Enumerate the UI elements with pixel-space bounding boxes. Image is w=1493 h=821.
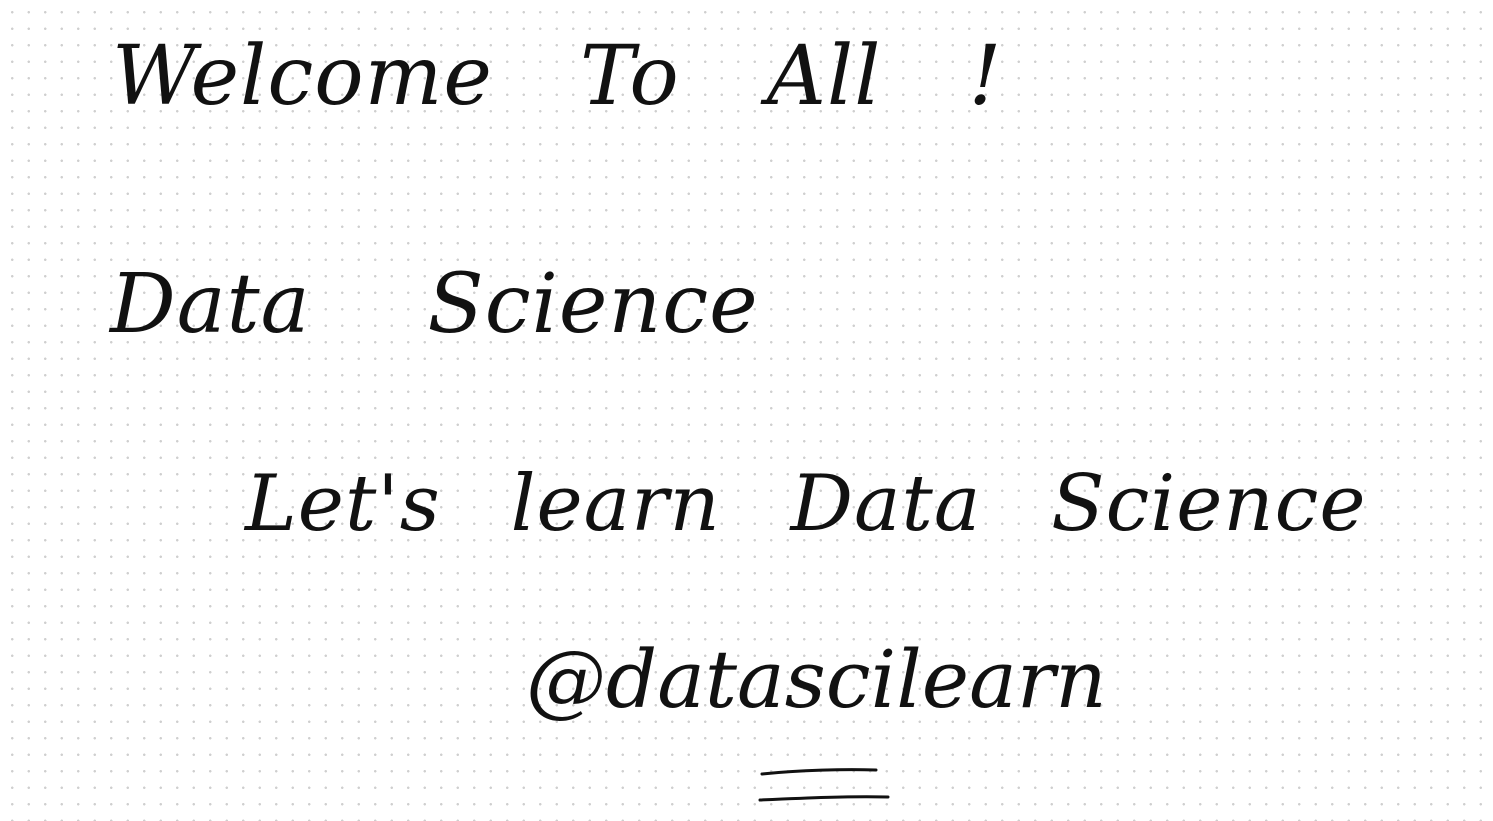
handwritten-line-handle: @datascilearn bbox=[526, 633, 1107, 726]
double-underline-mark bbox=[758, 768, 890, 802]
handwritten-line-lets-learn: Let's learn Data Science bbox=[245, 459, 1367, 549]
handwritten-line-welcome: Welcome To All ! bbox=[112, 29, 1003, 124]
handwritten-line-data-science: Data Science bbox=[110, 257, 759, 352]
dot-grid-canvas: Welcome To All ! Data Science Let's lear… bbox=[0, 0, 1493, 821]
